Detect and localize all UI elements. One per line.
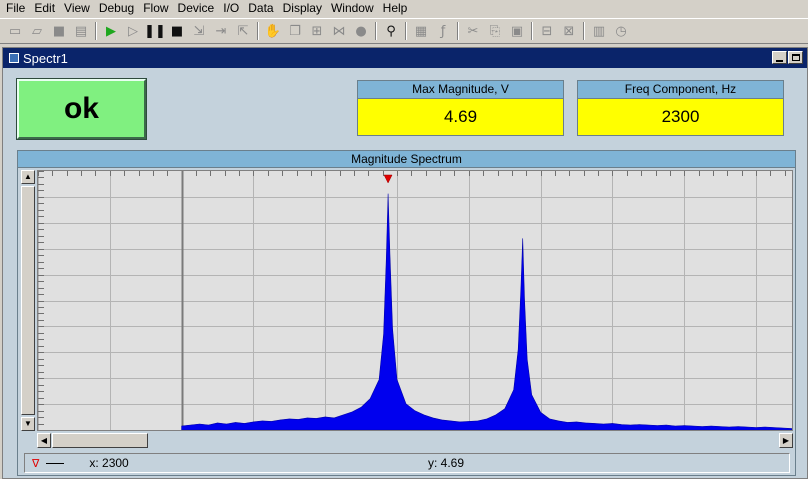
- toolbar-separator: [457, 22, 459, 40]
- binoculars-icon[interactable]: ⚲: [380, 20, 402, 42]
- connect-icon[interactable]: ⊞: [306, 20, 328, 42]
- toolbar-separator: [257, 22, 259, 40]
- minimize-button[interactable]: [772, 51, 787, 64]
- window-titlebar[interactable]: Spectr1: [3, 48, 807, 68]
- panel-icon[interactable]: ▥: [588, 20, 610, 42]
- toolbar-separator: [405, 22, 407, 40]
- cursor-readout-bar: ∇ x: 2300 y: 4.69: [24, 453, 790, 473]
- toolbar-separator: [375, 22, 377, 40]
- properties-icon[interactable]: ▦: [410, 20, 432, 42]
- freq-component-label: Freq Component, Hz: [578, 81, 783, 99]
- minimize-icon: [776, 59, 783, 62]
- menu-io[interactable]: I/O: [219, 0, 244, 16]
- vertical-scrollbar[interactable]: ▲ ▼: [21, 170, 35, 431]
- menu-debug[interactable]: Debug: [95, 0, 139, 16]
- menu-view[interactable]: View: [60, 0, 95, 16]
- scroll-left-button[interactable]: ◀: [37, 433, 51, 448]
- copy-block-icon[interactable]: ❐: [284, 20, 306, 42]
- scroll-down-button[interactable]: ▼: [21, 417, 35, 431]
- cut-icon[interactable]: ✂: [462, 20, 484, 42]
- step-out-icon[interactable]: ⇱: [232, 20, 254, 42]
- window-system-icon[interactable]: [9, 53, 19, 63]
- save-icon[interactable]: ■: [48, 20, 70, 42]
- cursor-x-readout: x: 2300: [89, 456, 129, 470]
- trace-line-icon: [46, 462, 65, 464]
- new-icon[interactable]: ▭: [4, 20, 26, 42]
- cursor-marker-icon: ∇: [32, 457, 40, 470]
- distribute-icon[interactable]: ⊠: [558, 20, 580, 42]
- align-icon[interactable]: ⊟: [536, 20, 558, 42]
- copy-icon[interactable]: ⎘: [484, 20, 506, 42]
- function-icon[interactable]: ƒ: [432, 20, 454, 42]
- step-into-icon[interactable]: ⇲: [188, 20, 210, 42]
- pause-icon[interactable]: ❚❚: [144, 20, 166, 42]
- step-run-icon[interactable]: ▷: [122, 20, 144, 42]
- freq-component-indicator: Freq Component, Hz 2300: [577, 80, 784, 136]
- menu-help[interactable]: Help: [379, 0, 413, 16]
- scroll-up-button[interactable]: ▲: [21, 170, 35, 184]
- menu-flow[interactable]: Flow: [139, 0, 173, 16]
- spectrum-plot: [38, 171, 792, 430]
- scroll-right-button[interactable]: ▶: [779, 433, 793, 448]
- horizontal-scroll-thumb[interactable]: [52, 433, 148, 448]
- max-magnitude-indicator: Max Magnitude, V 4.69: [357, 80, 564, 136]
- clock-icon[interactable]: ◷: [610, 20, 632, 42]
- run-icon[interactable]: ▶: [100, 20, 122, 42]
- menu-device[interactable]: Device: [174, 0, 220, 16]
- spectrum-window: Spectr1 ok Max Magnitude, V 4.69 Freq Co…: [2, 47, 808, 479]
- paste-icon[interactable]: ▣: [506, 20, 528, 42]
- print-icon[interactable]: ▤: [70, 20, 92, 42]
- record-icon[interactable]: ●: [350, 20, 372, 42]
- cursor-y-readout: y: 4.69: [428, 456, 465, 470]
- horizontal-scrollbar[interactable]: ◀ ▶: [37, 433, 793, 448]
- menu-file[interactable]: File: [2, 0, 30, 16]
- menu-data[interactable]: Data: [244, 0, 278, 16]
- peak-marker: [383, 174, 393, 184]
- hand-icon[interactable]: ✋: [262, 20, 284, 42]
- spectrum-area: [181, 193, 792, 430]
- menu-window[interactable]: Window: [327, 0, 379, 16]
- toolbar-separator: [95, 22, 97, 40]
- network-icon[interactable]: ⋈: [328, 20, 350, 42]
- max-magnitude-label: Max Magnitude, V: [358, 81, 563, 99]
- vertical-scroll-thumb[interactable]: [21, 186, 35, 415]
- freq-component-value: 2300: [661, 107, 700, 126]
- window-title: Spectr1: [23, 50, 68, 66]
- maximize-icon: [791, 54, 800, 61]
- maximize-button[interactable]: [788, 51, 803, 64]
- stop-icon[interactable]: ■: [166, 20, 188, 42]
- magnitude-spectrum-graph: Magnitude Spectrum ▲ ▼ ◀ ▶ ∇ x: 2300 y: …: [17, 150, 796, 476]
- ok-button[interactable]: ok: [16, 78, 147, 140]
- menu-edit[interactable]: Edit: [30, 0, 60, 16]
- toolbar-separator: [531, 22, 533, 40]
- open-icon[interactable]: ▱: [26, 20, 48, 42]
- menu-bar: File Edit View Debug Flow Device I/O Data Displa…: [0, 0, 808, 16]
- graph-title: Magnitude Spectrum: [18, 151, 795, 168]
- max-magnitude-value: 4.69: [443, 107, 478, 126]
- step-over-icon[interactable]: ⇥: [210, 20, 232, 42]
- plot-area[interactable]: [37, 170, 793, 431]
- toolbar: ▭ ▱ ■ ▤ ▶ ▷ ❚❚ ■ ⇲ ⇥ ⇱ ✋ ❐ ⊞ ⋈ ● ⚲ ▦ ƒ ✂ ⎘ ▣ ⊟ ⊠ ▥ ◷: [0, 18, 808, 44]
- menu-display[interactable]: Display: [279, 0, 327, 16]
- toolbar-separator: [583, 22, 585, 40]
